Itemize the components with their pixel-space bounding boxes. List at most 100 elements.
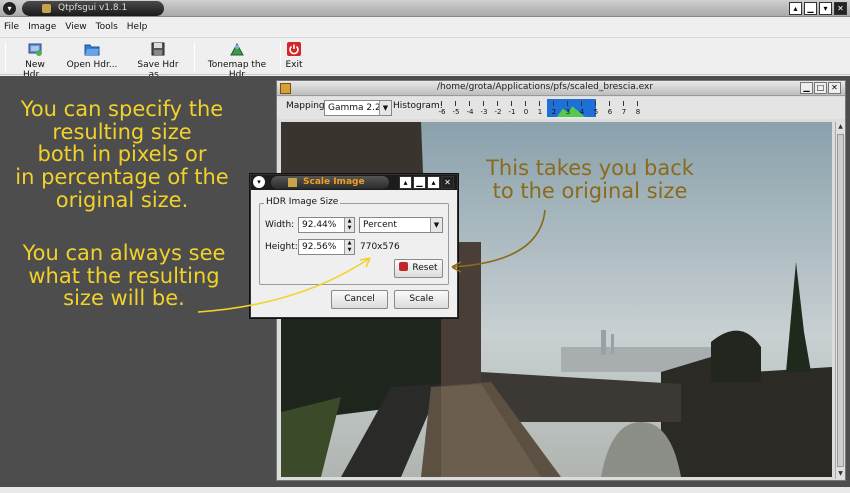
annotation-line: You can specify the bbox=[20, 97, 224, 121]
annotation-reset: This takes you back to the original size bbox=[470, 157, 710, 202]
image-window-titlebar[interactable]: /home/grota/Applications/pfs/scaled_bres… bbox=[277, 81, 845, 96]
unit-value: Percent bbox=[363, 220, 397, 230]
window-menu-icon[interactable]: ▾ bbox=[253, 176, 265, 188]
menu-image[interactable]: Image bbox=[28, 22, 56, 32]
dialog-titlebar[interactable]: ▾ Scale Image ▴ ▁ ▴ ✕ bbox=[251, 175, 457, 190]
mapping-label: Mapping: bbox=[286, 101, 328, 111]
exit-label: Exit bbox=[285, 60, 303, 70]
app-icon bbox=[42, 4, 51, 13]
scroll-down-icon[interactable]: ▼ bbox=[836, 469, 845, 479]
histogram[interactable]: -6 -5 -4 -3 -2 -1 0 1 2 3 4 5 6 7 8 bbox=[437, 99, 647, 117]
open-hdr-button[interactable]: Open Hdr... bbox=[66, 41, 118, 70]
histogram-tick: 3 bbox=[563, 101, 573, 116]
image-vertical-scrollbar[interactable]: ▲ ▼ bbox=[835, 122, 845, 479]
annotation-line: both in pixels or bbox=[37, 142, 207, 167]
close-icon[interactable]: ✕ bbox=[834, 2, 847, 15]
reset-icon bbox=[399, 262, 409, 271]
unit-combo[interactable]: Percent ▼ bbox=[359, 217, 443, 233]
dialog-title-text: Scale Image bbox=[303, 177, 365, 187]
restore-icon[interactable]: □ bbox=[814, 82, 827, 94]
image-window-toolbar: Mapping: Gamma 2.2 ▼ Histogram: -6 -5 -4… bbox=[277, 97, 845, 119]
window-menu-icon[interactable]: ▾ bbox=[3, 2, 16, 15]
histogram-tick: 8 bbox=[633, 101, 643, 116]
save-disk-icon bbox=[150, 41, 166, 57]
reset-button[interactable]: Reset bbox=[394, 259, 443, 278]
height-spinbox[interactable]: 92.56% ▲ ▼ bbox=[298, 239, 355, 255]
menu-tools[interactable]: Tools bbox=[96, 22, 118, 32]
app-icon bbox=[288, 178, 297, 187]
close-icon[interactable]: ✕ bbox=[828, 82, 841, 94]
tonemap-button[interactable]: Tonemap the Hdr bbox=[199, 41, 275, 80]
toolbar-separator bbox=[5, 42, 6, 72]
save-hdr-button[interactable]: Save Hdr as... bbox=[127, 41, 189, 80]
menu-help[interactable]: Help bbox=[127, 22, 148, 32]
mapping-value: Gamma 2.2 bbox=[328, 103, 381, 113]
annotation-line: This takes you back bbox=[486, 156, 694, 180]
resulting-size-readout: 770x576 bbox=[360, 242, 400, 252]
open-hdr-label: Open Hdr... bbox=[66, 60, 118, 70]
dialog-title: Scale Image bbox=[271, 176, 389, 189]
main-titlebar: ▾ Qtpfsgui v1.8.1 ▴ ▁ ▾ ✕ bbox=[0, 0, 850, 17]
scale-button[interactable]: Scale bbox=[394, 290, 449, 309]
histogram-tick: 6 bbox=[605, 101, 615, 116]
histogram-tick: -6 bbox=[438, 101, 446, 116]
window-title-text: Qtpfsgui v1.8.1 bbox=[58, 3, 128, 13]
annotation-line: resulting size bbox=[52, 119, 192, 144]
histogram-tick: 0 bbox=[521, 101, 531, 116]
toolbar-separator bbox=[280, 42, 281, 72]
power-icon bbox=[286, 41, 302, 57]
status-bar bbox=[0, 487, 850, 493]
width-value: 92.44% bbox=[302, 220, 337, 230]
mapping-combo[interactable]: Gamma 2.2 ▼ bbox=[324, 100, 392, 116]
shade-icon[interactable]: ▴ bbox=[789, 2, 802, 15]
minimize-icon[interactable]: ▁ bbox=[800, 82, 813, 94]
cancel-button[interactable]: Cancel bbox=[331, 290, 388, 309]
open-folder-icon bbox=[84, 41, 100, 57]
spin-arrows-icon[interactable]: ▲ ▼ bbox=[344, 240, 354, 254]
exit-button[interactable]: Exit bbox=[284, 41, 304, 70]
menu-file[interactable]: File bbox=[4, 22, 19, 32]
histogram-tick: -5 bbox=[452, 101, 460, 116]
tonemap-icon bbox=[229, 41, 245, 57]
histogram-label: Histogram: bbox=[393, 101, 443, 111]
histogram-tick: 5 bbox=[591, 101, 601, 116]
chevron-down-icon: ▼ bbox=[379, 101, 391, 115]
toolbar: New Hdr... Open Hdr... Save Hdr as... To… bbox=[0, 37, 850, 80]
group-title: HDR Image Size bbox=[264, 197, 341, 207]
histogram-tick: 1 bbox=[535, 101, 545, 116]
image-path: /home/grota/Applications/pfs/scaled_bres… bbox=[437, 82, 654, 92]
annotation-preview: You can always see what the resulting si… bbox=[8, 242, 240, 310]
annotation-line: You can always see bbox=[22, 241, 226, 265]
spin-arrows-icon[interactable]: ▲ ▼ bbox=[344, 218, 354, 232]
chevron-down-icon: ▼ bbox=[430, 218, 442, 232]
annotation-line: size will be. bbox=[63, 286, 185, 311]
menubar: File Image View Tools Help bbox=[0, 17, 850, 36]
histogram-tick: -2 bbox=[494, 101, 502, 116]
toolbar-separator bbox=[194, 42, 195, 72]
height-label: Height: bbox=[265, 242, 298, 252]
histogram-tick: -4 bbox=[466, 101, 474, 116]
new-hdr-button[interactable]: New Hdr... bbox=[12, 41, 58, 80]
document-icon bbox=[280, 83, 291, 94]
maximize-icon[interactable]: ▾ bbox=[819, 2, 832, 15]
annotation-size-units: You can specify the resulting size both … bbox=[2, 98, 242, 211]
shade-icon[interactable]: ▴ bbox=[399, 176, 412, 189]
menu-view[interactable]: View bbox=[65, 22, 86, 32]
minimize-icon[interactable]: ▁ bbox=[804, 2, 817, 15]
scroll-up-icon[interactable]: ▲ bbox=[836, 122, 845, 132]
minimize-icon[interactable]: ▁ bbox=[413, 176, 426, 189]
scrollbar-thumb[interactable] bbox=[837, 134, 844, 467]
histogram-tick: -3 bbox=[480, 101, 488, 116]
close-icon[interactable]: ✕ bbox=[441, 176, 454, 189]
scale-label: Scale bbox=[409, 294, 434, 304]
width-spinbox[interactable]: 92.44% ▲ ▼ bbox=[298, 217, 355, 233]
histogram-tick: -1 bbox=[508, 101, 516, 116]
scale-image-dialog: ▾ Scale Image ▴ ▁ ▴ ✕ HDR Image Size Wid… bbox=[250, 174, 458, 318]
maximize-icon[interactable]: ▴ bbox=[427, 176, 440, 189]
width-label: Width: bbox=[265, 220, 295, 230]
annotation-line: in percentage of the bbox=[15, 165, 229, 190]
window-title[interactable]: Qtpfsgui v1.8.1 bbox=[22, 1, 164, 16]
annotation-line: to the original size bbox=[492, 178, 688, 203]
annotation-line: original size. bbox=[55, 187, 189, 212]
annotation-line: what the resulting bbox=[28, 263, 220, 288]
